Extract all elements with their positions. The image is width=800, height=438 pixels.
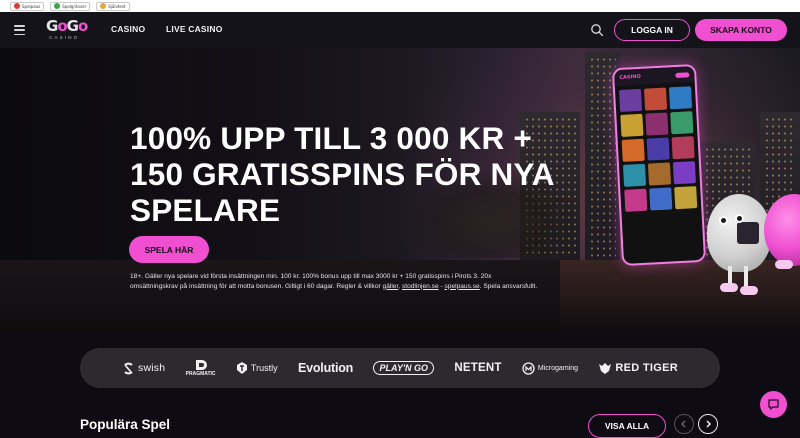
chat-button[interactable] bbox=[760, 391, 787, 418]
provider-netent: NETENT bbox=[454, 362, 502, 374]
chat-icon bbox=[768, 399, 779, 410]
mascot-leg bbox=[744, 266, 748, 288]
regulatory-bar: Spelpaus Spelgränser Självtest bbox=[0, 0, 800, 12]
terms-link[interactable]: gäller bbox=[383, 283, 399, 290]
next-arrow-button[interactable] bbox=[698, 414, 718, 434]
mascot-shoe bbox=[720, 283, 738, 292]
site-header: GoGo CASINO CASINO LIVE CASINO LOGGA IN … bbox=[0, 12, 800, 48]
provider-trustly: Trustly bbox=[236, 361, 278, 375]
previous-arrow-button[interactable] bbox=[674, 414, 694, 434]
pragmatic-icon bbox=[196, 360, 208, 370]
chevron-right-icon bbox=[706, 420, 711, 428]
floor-reflection bbox=[560, 260, 800, 332]
gogo-casino-logo[interactable]: GoGo CASINO bbox=[46, 19, 90, 43]
popular-games-title: Populära Spel bbox=[80, 417, 171, 432]
play-here-button[interactable]: SPELA HÄR bbox=[129, 236, 209, 263]
swish-icon bbox=[124, 362, 133, 374]
providers-strip: swish PRAGMATIC Trustly Evolution PLAY'N… bbox=[80, 348, 720, 388]
mascot-shoe bbox=[775, 260, 793, 269]
hamburger-icon[interactable] bbox=[14, 25, 25, 35]
provider-playngo: PLAY'N GO bbox=[373, 361, 434, 375]
sjalvtest-badge[interactable]: Självtest bbox=[96, 1, 130, 11]
mascot-shoe bbox=[740, 286, 758, 295]
phone-game-grid bbox=[615, 82, 702, 216]
mascot-g bbox=[707, 194, 771, 272]
nav-casino[interactable]: CASINO bbox=[111, 24, 145, 34]
bonus-terms: 18+. Gäller nya spelare vid första insät… bbox=[130, 273, 538, 290]
provider-swish: swish bbox=[122, 362, 165, 375]
logo-wordmark: GoGo bbox=[46, 17, 88, 35]
phone-logo: CASINO bbox=[619, 73, 641, 81]
sjalvtest-label: Självtest bbox=[108, 3, 126, 9]
hero-title: 100% UPP TILL 3 000 KR + 150 GRATISSPINS… bbox=[130, 120, 554, 228]
logo-subtitle: CASINO bbox=[49, 35, 80, 40]
spelpaus-label: Spelpaus bbox=[22, 3, 41, 9]
provider-evolution: Evolution bbox=[297, 361, 354, 375]
spelpaus-icon bbox=[14, 3, 20, 9]
spelpaus-badge[interactable]: Spelpaus bbox=[10, 1, 45, 11]
hero-banner: CASINO 100% UPP TILL 3 000 KR + 150 GRAT… bbox=[0, 48, 800, 332]
chevron-left-icon bbox=[681, 420, 686, 428]
stodlinjen-link[interactable]: stodlinjen.se bbox=[402, 283, 439, 290]
provider-pragmatic: PRAGMATIC bbox=[186, 359, 216, 377]
provider-microgaming: Microgaming bbox=[522, 361, 578, 375]
tiger-icon bbox=[599, 362, 612, 374]
trustly-icon bbox=[236, 362, 247, 374]
search-icon[interactable] bbox=[590, 23, 604, 37]
spelpaus-link[interactable]: spelpaus.se bbox=[445, 283, 480, 290]
spelgranser-icon bbox=[54, 3, 61, 9]
login-button[interactable]: LOGGA IN bbox=[614, 19, 690, 41]
phone-illustration: CASINO bbox=[611, 63, 707, 267]
spelgranser-badge[interactable]: Spelgränser bbox=[50, 1, 91, 11]
sjalvtest-icon bbox=[100, 3, 107, 9]
microgaming-icon bbox=[522, 361, 535, 375]
spelgranser-label: Spelgränser bbox=[62, 3, 87, 9]
nav-live-casino[interactable]: LIVE CASINO bbox=[166, 24, 223, 34]
signup-button[interactable]: SKAPA KONTO bbox=[695, 19, 787, 41]
view-all-button[interactable]: VISA ALLA bbox=[588, 414, 666, 438]
provider-redtiger: RED TIGER bbox=[598, 362, 678, 375]
phone-button-graphic bbox=[675, 71, 690, 78]
